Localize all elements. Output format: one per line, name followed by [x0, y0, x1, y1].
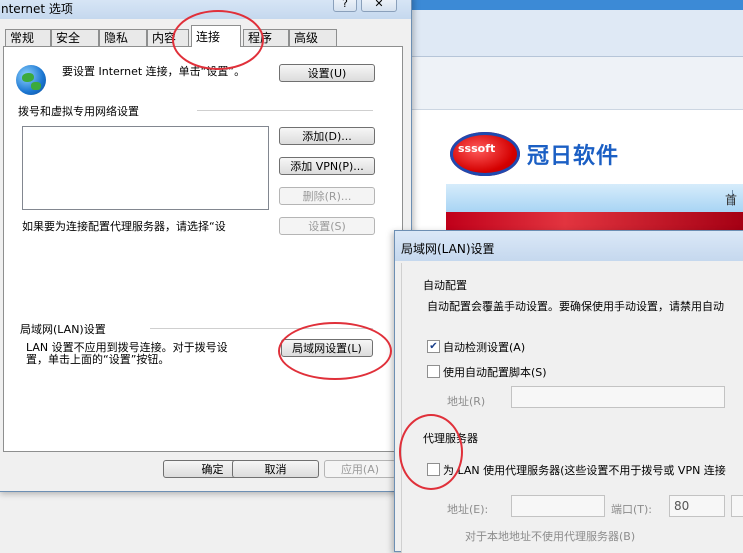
site-navbar: [446, 184, 743, 212]
connections-listbox[interactable]: [22, 126, 269, 210]
auto-config-group-label: 自动配置: [423, 279, 467, 292]
lan-description-line2: 置，单击上面的“设置”按钮。: [26, 353, 170, 366]
apply-button[interactable]: 应用(A): [324, 460, 396, 478]
connection-settings-button[interactable]: 设置(S): [279, 217, 375, 235]
site-logo-text: sssoft: [458, 142, 496, 155]
lan-dialog-title: 局域网(LAN)设置: [401, 242, 495, 256]
site-brand-name: 冠日软件: [527, 143, 620, 169]
tab-content[interactable]: 内容: [147, 29, 189, 46]
close-button[interactable]: ✕: [361, 0, 397, 12]
browser-address-area: [410, 57, 743, 110]
network-globe-icon: [16, 65, 46, 95]
lan-dialog-titlebar: 局域网(LAN)设置: [395, 231, 743, 261]
script-address-input[interactable]: [511, 386, 725, 408]
script-address-label: 地址(R): [447, 395, 486, 408]
tab-strip: 常规 安全 隐私 内容 连接 程序 高级: [0, 25, 411, 47]
proxy-address-input[interactable]: [511, 495, 605, 517]
tab-programs[interactable]: 程序: [243, 29, 289, 46]
bypass-local-label: 对于本地地址不使用代理服务器(B): [465, 530, 636, 543]
tab-privacy[interactable]: 隐私: [99, 29, 147, 46]
dialog-titlebar: nternet 选项 ? ✕: [0, 0, 411, 19]
auto-script-checkbox[interactable]: [427, 365, 440, 378]
proxy-group-label: 代理服务器: [423, 432, 478, 445]
auto-detect-label[interactable]: 自动检测设置(A): [443, 339, 525, 355]
lan-settings-button[interactable]: 局域网设置(L): [281, 339, 373, 357]
group-divider: [197, 110, 373, 111]
browser-titlebar: [410, 0, 743, 10]
setup-instruction: 要设置 Internet 连接，单击“设置”。: [62, 65, 246, 78]
lan-settings-dialog: 局域网(LAN)设置 自动配置 自动配置会覆盖手动设置。要确保使用手动设置，请禁…: [394, 230, 743, 553]
browser-toolbar: [410, 10, 743, 57]
tab-connections[interactable]: 连接: [191, 25, 241, 47]
tab-general[interactable]: 常规: [5, 29, 51, 46]
remove-connection-button[interactable]: 删除(R)...: [279, 187, 375, 205]
use-proxy-label[interactable]: 为 LAN 使用代理服务器(这些设置不用于拨号或 VPN 连接: [443, 462, 726, 478]
dialup-vpn-group-label: 拨号和虚拟专用网络设置: [18, 105, 139, 118]
proxy-port-input[interactable]: 80: [669, 495, 725, 517]
cancel-button[interactable]: 取消: [232, 460, 319, 478]
group-divider: [150, 328, 373, 329]
proxy-advanced-button[interactable]: [731, 495, 743, 517]
auto-config-description: 自动配置会覆盖手动设置。要确保使用手动设置，请禁用自动: [427, 300, 724, 313]
add-connection-button[interactable]: 添加(D)...: [279, 127, 375, 145]
tab-security[interactable]: 安全: [51, 29, 99, 46]
dialog-title: nternet 选项: [1, 2, 73, 16]
proxy-port-label: 端口(T):: [611, 503, 653, 516]
site-nav-home[interactable]: 首: [725, 191, 737, 208]
proxy-hint-text: 如果要为连接配置代理服务器，请选择“设: [22, 220, 226, 233]
tab-advanced[interactable]: 高级: [289, 29, 337, 46]
setup-button[interactable]: 设置(U): [279, 64, 375, 82]
auto-script-label[interactable]: 使用自动配置脚本(S): [443, 364, 547, 380]
add-vpn-button[interactable]: 添加 VPN(P)...: [279, 157, 375, 175]
auto-detect-checkbox[interactable]: ✔: [427, 340, 440, 353]
use-proxy-checkbox[interactable]: [427, 463, 440, 476]
help-button[interactable]: ?: [333, 0, 357, 12]
lan-group-label: 局域网(LAN)设置: [20, 323, 106, 336]
proxy-address-label: 地址(E):: [447, 503, 489, 516]
